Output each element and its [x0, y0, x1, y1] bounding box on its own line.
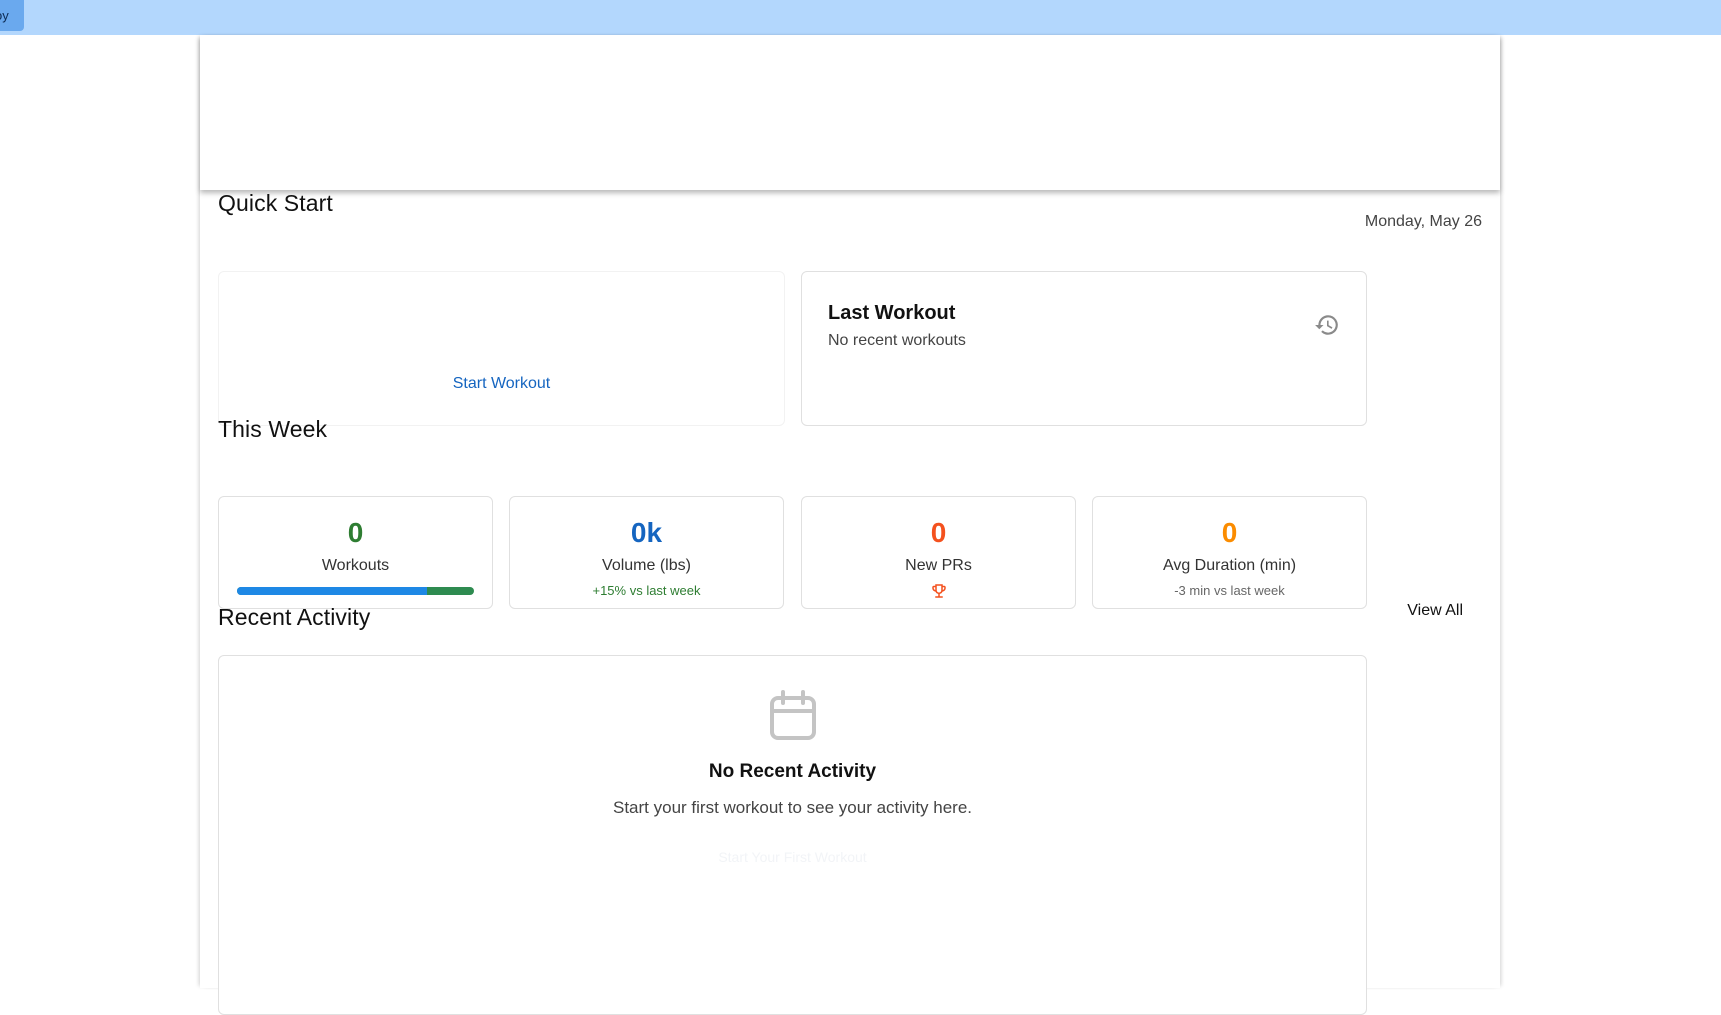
header-panel — [200, 35, 1500, 190]
workouts-count: 0 — [347, 517, 364, 548]
last-workout-card[interactable]: Last Workout No recent workouts — [801, 271, 1367, 426]
volume-value: 0k — [630, 517, 663, 548]
calendar-icon — [769, 690, 816, 740]
avg-duration-label: Avg Duration (min) — [1162, 557, 1297, 574]
current-date: Monday, May 26 — [1364, 213, 1482, 230]
top-bar-chip[interactable]: oy — [0, 0, 24, 31]
app-container: Quick Start Monday, May 26 Start Workout… — [200, 35, 1500, 1015]
new-prs-count: 0 — [930, 517, 947, 548]
stat-card-volume: 0k Volume (lbs) +15% vs last week — [509, 496, 784, 609]
start-first-workout-button[interactable]: Start Your First Workout — [219, 849, 1366, 865]
last-workout-subtitle: No recent workouts — [828, 332, 966, 349]
avg-duration-change: -3 min vs last week — [1174, 583, 1285, 598]
volume-label: Volume (lbs) — [602, 557, 691, 574]
stat-card-new-prs: 0 New PRs — [801, 496, 1076, 609]
start-workout-button[interactable]: Start Workout — [219, 375, 784, 393]
quick-start-title: Quick Start — [218, 190, 333, 216]
browser-top-bar: oy — [0, 0, 1721, 35]
recent-activity-title: Recent Activity — [218, 604, 371, 630]
stat-card-workouts: 0 Workouts — [218, 496, 493, 609]
trophy-icon — [931, 584, 946, 598]
view-all-link[interactable]: View All — [1407, 602, 1463, 620]
volume-change: +15% vs last week — [592, 583, 701, 598]
new-prs-label: New PRs — [905, 557, 972, 574]
workouts-progress-fill — [237, 587, 427, 595]
history-icon — [1315, 315, 1338, 335]
stat-card-avg-duration: 0 Avg Duration (min) -3 min vs last week — [1092, 496, 1367, 609]
empty-state-title: No Recent Activity — [708, 761, 877, 782]
last-workout-title: Last Workout — [828, 302, 956, 324]
avg-duration-value: 0 — [1221, 517, 1238, 548]
start-workout-card[interactable]: Start Workout — [218, 271, 785, 426]
workouts-progress-bar — [237, 587, 474, 595]
empty-state-text: Start your first workout to see your act… — [612, 798, 973, 817]
this-week-title: This Week — [218, 416, 328, 442]
workouts-label: Workouts — [321, 557, 390, 574]
recent-activity-empty-card: No Recent Activity Start your first work… — [218, 655, 1367, 1015]
